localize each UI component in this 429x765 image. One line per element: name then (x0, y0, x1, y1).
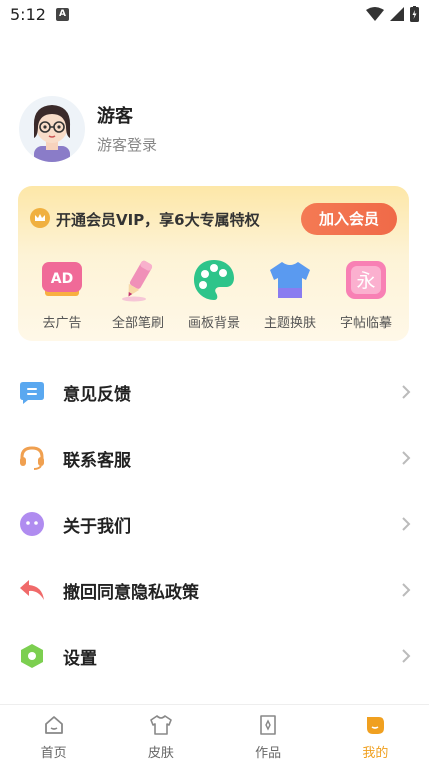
menu-item-feedback[interactable]: 意见反馈 (0, 359, 429, 425)
about-icon (19, 511, 45, 537)
perk-theme-skin[interactable]: 主题换肤 (252, 258, 328, 331)
menu-label: 联系客服 (63, 451, 131, 471)
me-icon (367, 717, 385, 734)
menu-label: 意见反馈 (63, 385, 131, 405)
join-vip-button[interactable]: 加入会员 (301, 203, 397, 235)
wifi-icon (366, 7, 384, 21)
menu-item-contact-support[interactable]: 联系客服 (0, 425, 429, 491)
shirt-icon (150, 715, 172, 735)
undo-icon (19, 577, 45, 603)
ad-icon: AD (40, 258, 84, 302)
perk-remove-ads[interactable]: AD 去广告 (24, 258, 100, 331)
vip-promo-text: 开通会员VIP，享6大专属特权 (56, 211, 260, 229)
user-avatar-icon (33, 105, 71, 162)
settings-menu: 意见反馈 联系客服 关于我们 撤回同意隐私政策 设置 (0, 359, 429, 689)
signal-icon (390, 7, 404, 21)
perk-all-brushes[interactable]: 全部笔刷 (100, 258, 176, 331)
status-time: 5:12 (10, 5, 46, 24)
menu-item-about-us[interactable]: 关于我们 (0, 491, 429, 557)
home-icon (44, 716, 63, 734)
tab-me[interactable]: 我的 (322, 705, 429, 765)
pencil-icon (116, 258, 160, 302)
perk-calligraphy[interactable]: 永 字帖临摹 (328, 258, 404, 331)
menu-label: 关于我们 (63, 517, 131, 537)
profile-header[interactable]: 游客 游客登录 (19, 96, 419, 162)
palette-icon (192, 258, 236, 302)
menu-label: 设置 (63, 649, 97, 669)
chevron-right-icon (402, 451, 411, 465)
tab-label: 首页 (40, 746, 67, 761)
battery-icon (410, 6, 419, 22)
tshirt-icon (268, 258, 312, 302)
perk-canvas-background[interactable]: 画板背景 (176, 258, 252, 331)
notification-icon: A (56, 8, 69, 21)
calligraphy-char: 永 (356, 270, 375, 292)
login-link[interactable]: 游客登录 (97, 134, 157, 155)
crown-icon (30, 208, 50, 228)
tab-home[interactable]: 首页 (0, 705, 107, 765)
perk-label: 主题换肤 (263, 316, 316, 331)
menu-item-settings[interactable]: 设置 (0, 623, 429, 689)
calligraphy-icon: 永 (344, 258, 388, 302)
perk-label: 去广告 (42, 316, 82, 331)
chevron-right-icon (402, 517, 411, 531)
chevron-right-icon (402, 649, 411, 663)
status-bar: 5:12 A (0, 0, 429, 30)
artwork-icon (260, 715, 276, 735)
user-name: 游客 (97, 106, 133, 127)
tab-label: 皮肤 (147, 746, 174, 761)
headset-icon (19, 445, 45, 471)
ad-badge-text: AD (51, 271, 73, 287)
tab-works[interactable]: 作品 (215, 705, 322, 765)
tab-label: 我的 (362, 746, 389, 761)
chevron-right-icon (402, 385, 411, 399)
settings-icon (19, 643, 45, 669)
perk-label: 画板背景 (187, 316, 240, 331)
perk-label: 全部笔刷 (111, 316, 164, 331)
vip-perks: AD 去广告 全部笔刷 画板背景 主题换肤 永 字帖临摹 (24, 258, 404, 331)
feedback-icon (19, 379, 45, 405)
tab-skins[interactable]: 皮肤 (107, 705, 214, 765)
menu-item-revoke-privacy[interactable]: 撤回同意隐私政策 (0, 557, 429, 623)
avatar[interactable] (19, 96, 85, 162)
tab-label: 作品 (255, 746, 282, 761)
bottom-tab-bar: 首页 皮肤 作品 我的 (0, 704, 429, 764)
status-icons (366, 5, 419, 23)
menu-label: 撤回同意隐私政策 (63, 583, 199, 603)
vip-card: 开通会员VIP，享6大专属特权 加入会员 AD 去广告 全部笔刷 画板背景 主题… (18, 186, 409, 341)
chevron-right-icon (402, 583, 411, 597)
perk-label: 字帖临摹 (339, 316, 392, 331)
